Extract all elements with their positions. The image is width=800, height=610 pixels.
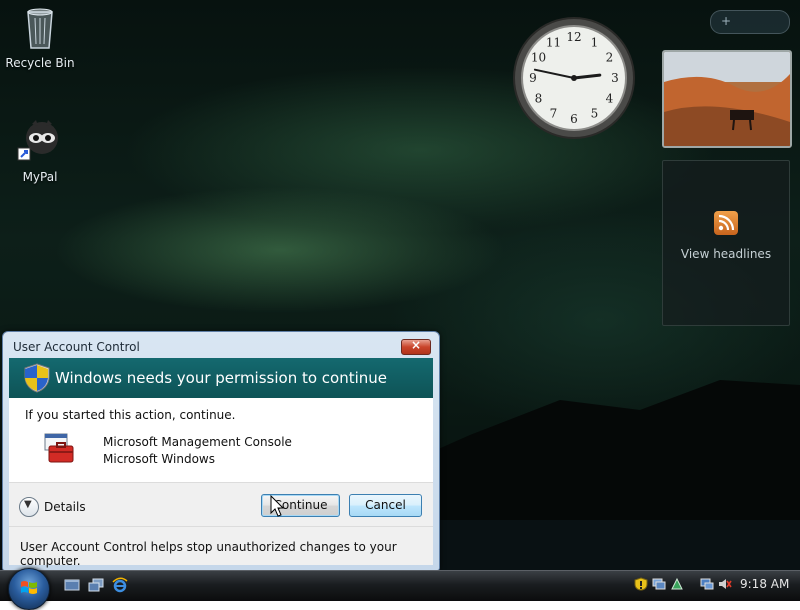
clock-number: 8	[535, 92, 543, 106]
dialog-body: If you started this action, continue. Mi…	[9, 398, 433, 482]
clock-number: 10	[531, 51, 546, 65]
volume-muted-icon[interactable]	[718, 577, 732, 591]
clock-number: 3	[611, 71, 619, 85]
intro-text: If you started this action, continue.	[25, 408, 236, 422]
raccoon-shortcut-icon	[16, 118, 64, 166]
security-warning-icon[interactable]	[634, 577, 648, 591]
clock-number: 1	[591, 36, 599, 50]
dialog-titlebar[interactable]: User Account Control ×	[3, 332, 439, 358]
start-button[interactable]	[8, 568, 50, 610]
add-gadget-icon[interactable]: +	[721, 14, 731, 28]
internet-explorer-icon[interactable]	[112, 577, 128, 593]
dialog-footer: User Account Control helps stop unauthor…	[9, 526, 433, 568]
system-tray: 9:18 AM	[630, 570, 800, 600]
dialog-heading: Windows needs your permission to continu…	[55, 369, 388, 387]
details-expand-button[interactable]: ▼	[19, 497, 39, 517]
clock-number: 6	[570, 112, 578, 126]
footer-text: User Account Control helps stop unauthor…	[20, 540, 397, 568]
show-desktop-icon[interactable]	[64, 577, 80, 593]
sidebar-icon[interactable]	[670, 577, 684, 591]
chevron-down-icon: ▼	[24, 499, 32, 510]
dialog-title: User Account Control	[13, 340, 140, 354]
close-icon: ×	[411, 338, 422, 352]
clock-number: 11	[546, 36, 561, 50]
switch-windows-icon[interactable]	[88, 577, 104, 593]
clock-number: 2	[606, 51, 614, 65]
feed-headlines-gadget[interactable]: View headlines	[662, 160, 790, 326]
network-icon[interactable]	[652, 577, 666, 591]
desktop-icon-recycle-bin[interactable]: Recycle Bin	[0, 4, 80, 70]
desert-photo	[664, 52, 790, 146]
clock-number: 12	[566, 30, 581, 44]
view-headlines-link[interactable]: View headlines	[663, 247, 789, 261]
clock-number: 9	[529, 71, 537, 85]
display-icon[interactable]	[700, 577, 714, 591]
cancel-button[interactable]: Cancel	[349, 494, 422, 517]
uac-shield-icon	[24, 363, 50, 393]
clock-number: 4	[606, 92, 614, 106]
dialog-actions: ▼ Details Continue Cancel	[9, 482, 433, 527]
details-label[interactable]: Details	[44, 500, 86, 514]
mouse-cursor-icon	[270, 495, 284, 517]
rss-icon	[714, 211, 738, 235]
clock-time[interactable]: 9:18 AM	[740, 577, 789, 591]
clock-number: 7	[550, 107, 558, 121]
program-name: Microsoft Management Console	[103, 435, 292, 449]
desktop-icon-label: MyPal	[22, 170, 58, 184]
toolbox-icon	[44, 433, 74, 463]
desktop-icon-mypal[interactable]: MyPal	[0, 118, 80, 184]
recycle-bin-icon	[16, 4, 64, 52]
uac-dialog: User Account Control × Windows needs you…	[2, 331, 440, 571]
clock-gadget[interactable]: 12 12 3 45678 9 1011	[512, 16, 636, 140]
sidebar-toolbar[interactable]: +	[710, 10, 790, 34]
dialog-header: Windows needs your permission to continu…	[9, 358, 433, 398]
close-button[interactable]: ×	[401, 338, 431, 355]
windows-flag-icon	[21, 581, 37, 594]
desktop-icon-label: Recycle Bin	[5, 56, 75, 70]
publisher-name: Microsoft Windows	[103, 452, 215, 466]
slideshow-gadget[interactable]	[662, 50, 792, 148]
clock-number: 5	[591, 107, 599, 121]
